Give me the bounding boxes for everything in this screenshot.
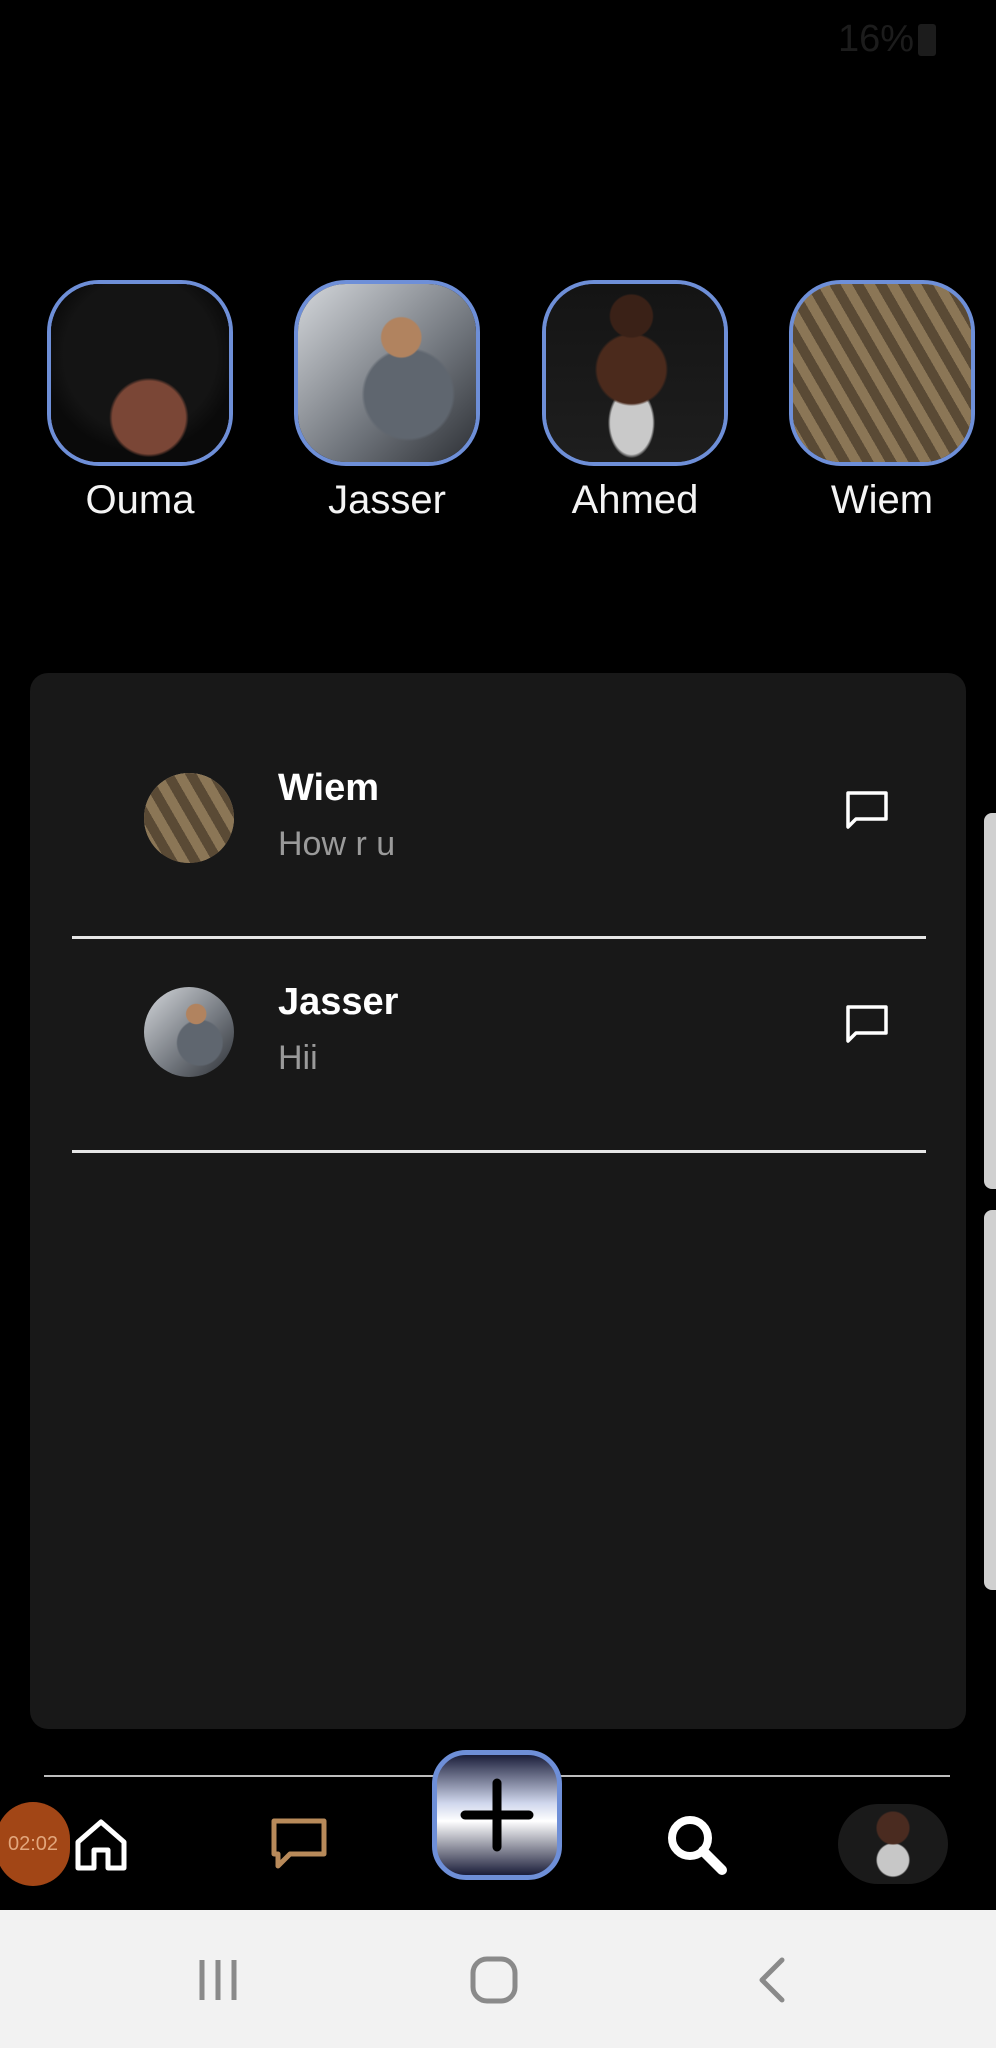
scrollbar[interactable] bbox=[984, 813, 996, 1189]
chat-last-message: How r u bbox=[278, 825, 396, 863]
recording-timer: 02:02 bbox=[0, 1802, 70, 1886]
back-icon[interactable] bbox=[752, 1950, 792, 2010]
chat-row-wiem[interactable]: Wiem How r u bbox=[72, 725, 954, 939]
message-icon[interactable] bbox=[844, 789, 890, 831]
story-name: Wiem bbox=[830, 478, 934, 522]
story-ahmed[interactable]: Ahmed bbox=[537, 280, 733, 523]
message-icon[interactable] bbox=[844, 1003, 890, 1045]
add-button[interactable] bbox=[432, 1750, 562, 1880]
status-bar: 16% bbox=[838, 18, 936, 61]
chat-name: Wiem bbox=[278, 767, 380, 809]
plus-icon bbox=[460, 1778, 534, 1852]
chat-name: Jasser bbox=[278, 981, 399, 1023]
story-ouma[interactable]: Ouma bbox=[42, 280, 238, 523]
profile-avatar[interactable] bbox=[838, 1804, 948, 1884]
story-jasser[interactable]: Jasser bbox=[289, 280, 485, 523]
avatar bbox=[144, 987, 234, 1077]
scrollbar[interactable] bbox=[984, 1210, 996, 1590]
chat-icon[interactable] bbox=[268, 1816, 330, 1872]
chat-row-jasser[interactable]: Jasser Hii bbox=[72, 939, 954, 1153]
home-button-icon[interactable] bbox=[466, 1950, 522, 2010]
story-avatar bbox=[47, 280, 233, 466]
story-name: Jasser bbox=[328, 478, 446, 522]
story-avatar bbox=[294, 280, 480, 466]
battery-text: 16% bbox=[837, 18, 914, 60]
chat-last-message: Hii bbox=[278, 1039, 318, 1077]
divider bbox=[72, 1150, 926, 1153]
story-name: Ouma bbox=[85, 478, 195, 522]
story-avatar bbox=[542, 280, 728, 466]
story-name: Ahmed bbox=[571, 478, 699, 522]
avatar bbox=[144, 773, 234, 863]
battery-icon bbox=[918, 23, 936, 56]
search-icon[interactable] bbox=[662, 1810, 730, 1878]
recent-apps-icon[interactable] bbox=[190, 1950, 246, 2010]
story-avatar bbox=[789, 280, 975, 466]
home-icon[interactable] bbox=[72, 1816, 130, 1874]
system-nav-bar bbox=[0, 1910, 996, 2048]
chat-list-panel: Wiem How r u Jasser Hii bbox=[30, 673, 966, 1729]
story-wiem[interactable]: Wiem bbox=[784, 280, 980, 523]
stories-row: Ouma Jasser Ahmed Wiem bbox=[0, 280, 996, 540]
